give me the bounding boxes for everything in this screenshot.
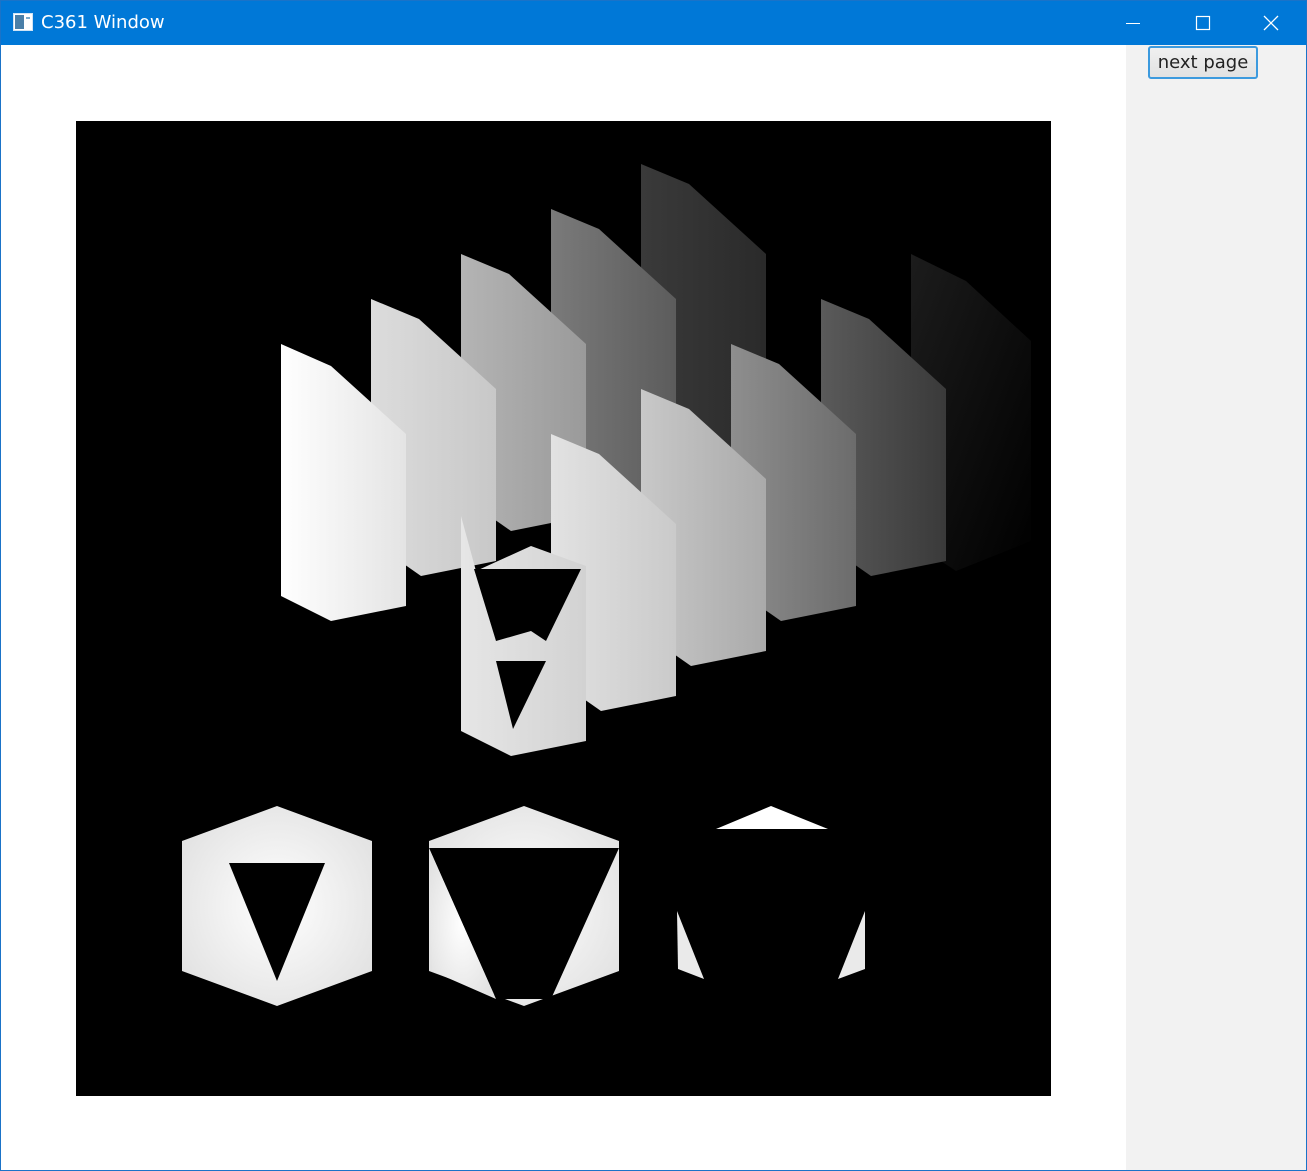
close-button[interactable]: [1236, 1, 1306, 45]
scene-svg: [182, 164, 1031, 1006]
app-window: C361 Window next page: [0, 0, 1307, 1171]
hexagon-3-fragments: [677, 806, 865, 979]
title-bar[interactable]: C361 Window: [1, 1, 1306, 45]
hexagon-1: [182, 806, 372, 1006]
minimize-icon: [1126, 23, 1140, 24]
hexagon-2: [429, 806, 619, 1006]
side-panel: next page: [1126, 45, 1306, 1170]
maximize-icon: [1195, 15, 1211, 31]
close-icon: [1263, 15, 1279, 31]
client-area: next page: [1, 45, 1306, 1170]
window-title: C361 Window: [41, 12, 165, 33]
maximize-button[interactable]: [1168, 1, 1238, 45]
minimize-button[interactable]: [1098, 1, 1168, 45]
render-canvas: [76, 121, 1051, 1096]
app-icon: [13, 13, 33, 31]
next-page-button[interactable]: next page: [1148, 46, 1258, 79]
